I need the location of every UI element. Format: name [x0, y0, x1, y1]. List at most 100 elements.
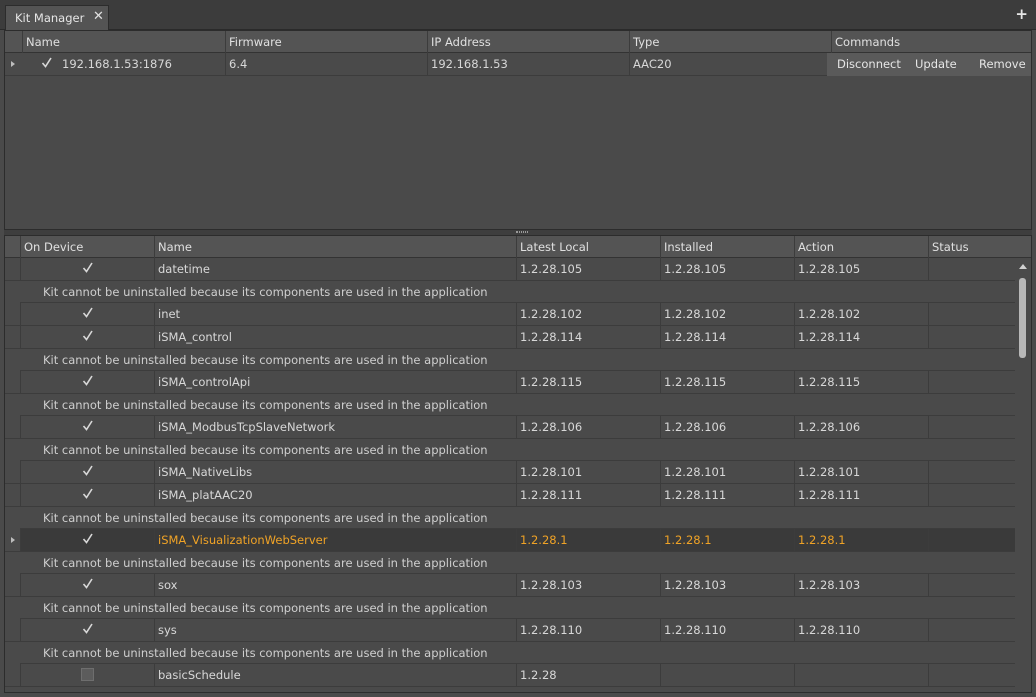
- kits-column-header[interactable]: On Device: [20, 236, 154, 258]
- latest-local-cell: 1.2.28.101: [516, 461, 660, 484]
- close-icon[interactable]: ✕: [93, 9, 104, 24]
- devices-column-header[interactable]: Commands: [831, 31, 1031, 53]
- kit-row[interactable]: iSMA_NativeLibs 1.2.28.101 1.2.28.101 1.2.2…: [5, 461, 1015, 484]
- on-device-checkbox[interactable]: [81, 533, 94, 546]
- tab-bar: Kit Manager ✕ +: [0, 0, 1036, 30]
- latest-local-cell: 1.2.28.115: [516, 371, 660, 394]
- status-cell: [928, 371, 1015, 394]
- installed-cell: [660, 664, 794, 687]
- row-indicator: [5, 258, 20, 280]
- scroll-up-icon[interactable]: [1019, 264, 1027, 269]
- latest-local-cell: 1.2.28.103: [516, 574, 660, 597]
- on-device-checkbox[interactable]: [81, 668, 94, 681]
- action-cell[interactable]: 1.2.28.103: [794, 574, 928, 597]
- status-cell: [928, 529, 1015, 552]
- kits-column-header[interactable]: Latest Local: [516, 236, 660, 258]
- devices-table-header: Name Firmware IP Address Type Commands: [5, 31, 1031, 53]
- kit-row[interactable]: datetime 1.2.28.105 1.2.28.105 1.2.28.105: [5, 258, 1015, 281]
- uninstall-warning-note: Kit cannot be uninstalled because its co…: [20, 552, 1015, 574]
- on-device-cell: [20, 529, 154, 552]
- device-name-cell: 192.168.1.53:1876: [22, 53, 222, 76]
- on-device-checkbox[interactable]: [81, 420, 94, 433]
- kits-column-header[interactable]: Name: [154, 236, 516, 258]
- on-device-cell: [20, 574, 154, 597]
- tab-kit-manager[interactable]: Kit Manager ✕: [5, 5, 109, 30]
- uninstall-warning-note: Kit cannot be uninstalled because its co…: [20, 597, 1015, 619]
- on-device-checkbox[interactable]: [81, 578, 94, 591]
- remove-button[interactable]: Remove: [979, 53, 1026, 76]
- vertical-scrollbar[interactable]: [1015, 258, 1031, 692]
- on-device-checkbox[interactable]: [81, 623, 94, 636]
- device-row[interactable]: 192.168.1.53:1876 6.4 192.168.1.53 AAC20 Dis…: [5, 53, 1031, 76]
- tab-title: Kit Manager: [15, 11, 85, 25]
- devices-panel: Name Firmware IP Address Type Commands 192.1…: [4, 30, 1032, 230]
- kit-name-cell: sys: [154, 619, 516, 642]
- action-cell[interactable]: 1.2.28.111: [794, 484, 928, 507]
- kit-row[interactable]: inet 1.2.28.102 1.2.28.102 1.2.28.102: [5, 303, 1015, 326]
- row-indicator: [5, 529, 20, 551]
- kit-row[interactable]: iSMA_control 1.2.28.114 1.2.28.114 1.2.28.1…: [5, 326, 1015, 349]
- update-button[interactable]: Update: [915, 53, 957, 76]
- kit-row[interactable]: basicSchedule 1.2.28: [5, 664, 1015, 687]
- action-cell[interactable]: 1.2.28.102: [794, 303, 928, 326]
- kit-name-cell: basicSchedule: [154, 664, 516, 687]
- latest-local-cell: 1.2.28.102: [516, 303, 660, 326]
- kits-column-header[interactable]: Installed: [660, 236, 794, 258]
- installed-cell: 1.2.28.101: [660, 461, 794, 484]
- splitter-grip-icon[interactable]: [516, 231, 528, 233]
- kits-table-header: On Device Name Latest Local Installed Action…: [5, 236, 1031, 258]
- kit-row[interactable]: iSMA_VisualizationWebServer 1.2.28.1 1.2.2…: [5, 529, 1015, 552]
- expand-arrow-icon[interactable]: [11, 61, 15, 67]
- status-cell: [928, 303, 1015, 326]
- action-cell[interactable]: 1.2.28.1: [794, 529, 928, 552]
- uninstall-warning-note: Kit cannot be uninstalled because its co…: [20, 349, 1015, 371]
- on-device-cell: [20, 461, 154, 484]
- status-cell: [928, 664, 1015, 687]
- installed-cell: 1.2.28.1: [660, 529, 794, 552]
- on-device-cell: [20, 416, 154, 439]
- action-cell[interactable]: [794, 664, 928, 687]
- kits-column-header[interactable]: Status: [928, 236, 1015, 258]
- kit-row[interactable]: sys 1.2.28.110 1.2.28.110 1.2.28.110: [5, 619, 1015, 642]
- scrollbar-thumb[interactable]: [1019, 278, 1026, 358]
- action-cell[interactable]: 1.2.28.115: [794, 371, 928, 394]
- status-cell: [928, 461, 1015, 484]
- on-device-checkbox[interactable]: [81, 465, 94, 478]
- device-firmware-cell: 6.4: [225, 53, 427, 76]
- add-tab-icon[interactable]: +: [1015, 7, 1028, 22]
- kit-name-cell: iSMA_control: [154, 326, 516, 349]
- devices-column-header[interactable]: Firmware: [225, 31, 427, 53]
- kit-row[interactable]: iSMA_platAAC20 1.2.28.111 1.2.28.111 1.2.28…: [5, 484, 1015, 507]
- row-indicator: [5, 303, 20, 325]
- action-cell[interactable]: 1.2.28.101: [794, 461, 928, 484]
- device-checkbox[interactable]: [40, 57, 53, 70]
- action-cell[interactable]: 1.2.28.114: [794, 326, 928, 349]
- on-device-checkbox[interactable]: [81, 307, 94, 320]
- latest-local-cell: 1.2.28.111: [516, 484, 660, 507]
- action-cell[interactable]: 1.2.28.106: [794, 416, 928, 439]
- row-indicator: [5, 484, 20, 506]
- on-device-checkbox[interactable]: [81, 262, 94, 275]
- kit-row[interactable]: sox 1.2.28.103 1.2.28.103 1.2.28.103: [5, 574, 1015, 597]
- kit-row[interactable]: iSMA_ModbusTcpSlaveNetwork 1.2.28.106 1.2.…: [5, 416, 1015, 439]
- row-indicator: [5, 416, 20, 438]
- on-device-checkbox[interactable]: [81, 330, 94, 343]
- device-ip-cell: 192.168.1.53: [427, 53, 629, 76]
- devices-column-header[interactable]: Name: [22, 31, 222, 53]
- action-cell[interactable]: 1.2.28.105: [794, 258, 928, 281]
- kit-row[interactable]: iSMA_controlApi 1.2.28.115 1.2.28.115 1.2.2…: [5, 371, 1015, 394]
- installed-cell: 1.2.28.103: [660, 574, 794, 597]
- row-indicator: [5, 664, 20, 686]
- status-cell: [928, 574, 1015, 597]
- on-device-checkbox[interactable]: [81, 488, 94, 501]
- devices-column-header[interactable]: IP Address: [427, 31, 629, 53]
- action-cell[interactable]: 1.2.28.110: [794, 619, 928, 642]
- on-device-cell: [20, 258, 154, 281]
- row-indicator: [5, 53, 20, 75]
- devices-column-header[interactable]: Type: [629, 31, 831, 53]
- disconnect-button[interactable]: Disconnect: [837, 53, 901, 76]
- latest-local-cell: 1.2.28.1: [516, 529, 660, 552]
- latest-local-cell: 1.2.28.106: [516, 416, 660, 439]
- on-device-checkbox[interactable]: [81, 375, 94, 388]
- kits-column-header[interactable]: Action: [794, 236, 928, 258]
